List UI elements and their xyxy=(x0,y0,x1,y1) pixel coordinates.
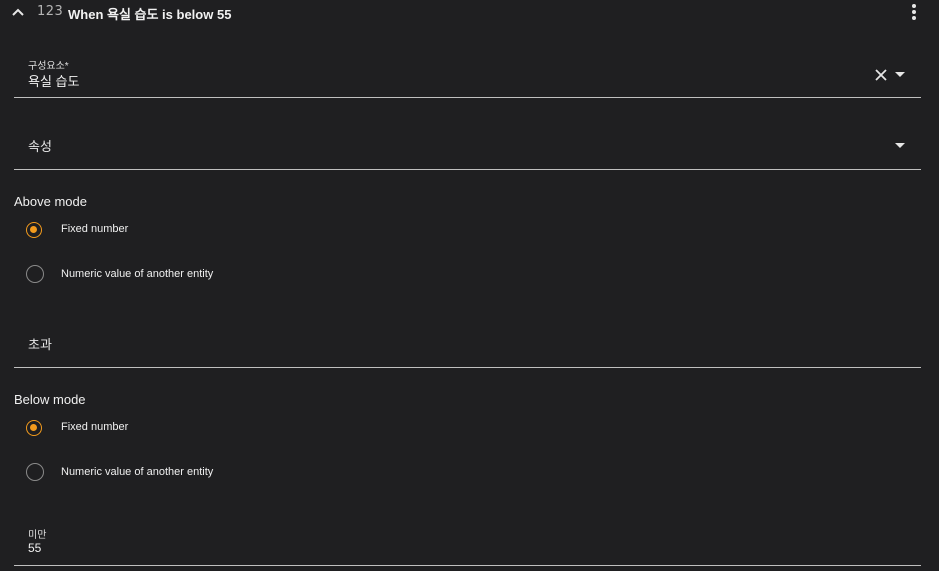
numeric-state-icon: 123 xyxy=(37,4,64,19)
entity-picker[interactable]: 구성요소* 욕실 습도 xyxy=(14,52,921,98)
radio-label: Fixed number xyxy=(61,223,129,235)
radio-label: Numeric value of another entity xyxy=(61,268,214,280)
above-mode-label: Above mode xyxy=(14,194,87,209)
below-input[interactable]: 미만 55 xyxy=(14,512,921,566)
radio-checked-icon[interactable] xyxy=(26,420,42,436)
above-field-label: 초과 xyxy=(28,337,52,352)
radio-unchecked-icon[interactable] xyxy=(26,265,44,283)
radio-label: Numeric value of another entity xyxy=(61,466,214,478)
more-vert-icon[interactable] xyxy=(909,4,919,22)
below-mode-label: Below mode xyxy=(14,392,86,407)
above-input[interactable]: 초과 xyxy=(14,313,921,368)
attribute-field-label: 속성 xyxy=(28,139,52,154)
below-field-label: 미만 xyxy=(28,530,47,541)
entity-field-value: 욕실 습도 xyxy=(28,74,80,89)
radio-label: Fixed number xyxy=(61,421,129,433)
trigger-title: When 욕실 습도 is below 55 xyxy=(68,7,232,22)
entity-field-label: 구성요소* xyxy=(28,61,69,72)
arrow-drop-down-icon[interactable] xyxy=(895,72,905,77)
trigger-header[interactable]: 123 When 욕실 습도 is below 55 xyxy=(0,0,939,26)
close-icon[interactable] xyxy=(874,68,888,82)
chevron-up-icon[interactable] xyxy=(11,5,25,19)
attribute-select[interactable]: 속성 xyxy=(14,116,921,170)
below-field-value[interactable]: 55 xyxy=(28,541,41,555)
arrow-drop-down-icon[interactable] xyxy=(895,143,905,148)
radio-unchecked-icon[interactable] xyxy=(26,463,44,481)
radio-checked-icon[interactable] xyxy=(26,222,42,238)
